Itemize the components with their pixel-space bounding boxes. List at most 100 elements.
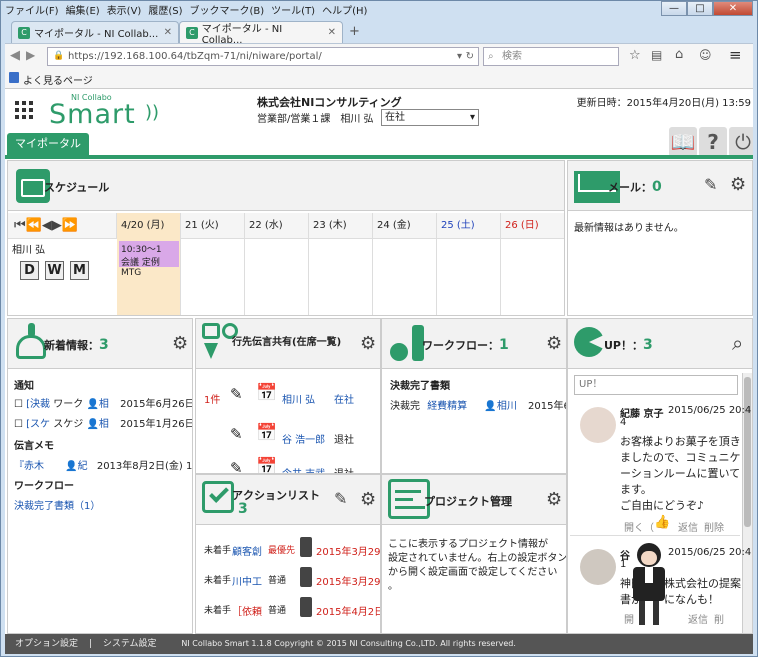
memo-who[interactable]: 紀 [78, 461, 88, 472]
news-item[interactable]: ☐ [スケ スケジ 👤相 2015年1月26日( [14, 415, 192, 430]
gear-icon[interactable]: ⚙ [730, 174, 746, 195]
power-icon[interactable]: ⏻ [729, 127, 753, 157]
clipboard-icon[interactable] [300, 567, 312, 587]
up-delete-link[interactable]: 削除 [704, 519, 724, 534]
day-cell[interactable] [245, 239, 309, 315]
menu-help[interactable]: ヘルプ(H) [322, 2, 367, 17]
up-post-text: ましたので、コミュニケ [620, 451, 741, 464]
hamburger-menu-icon[interactable]: ≡ [729, 46, 742, 64]
date-nav-buttons[interactable]: ⏮⏪◀▶⏩ [8, 213, 117, 239]
day-cell[interactable] [437, 239, 501, 315]
month-view-button[interactable]: M [70, 261, 89, 280]
search-icon[interactable]: ⌕ [732, 331, 743, 355]
back-icon[interactable]: ◀ [10, 48, 20, 63]
workflow-row-name[interactable]: 経費精算 [427, 401, 467, 412]
system-settings-link[interactable]: システム設定 [103, 639, 157, 649]
close-tab-icon[interactable]: ✕ [164, 27, 172, 38]
pencil-icon[interactable]: ✎ [230, 385, 243, 403]
url-bar[interactable]: 🔒 https://192.168.100.64/tbZqm-71/ni/niw… [47, 47, 479, 66]
reading-list-icon[interactable]: ▤ [651, 48, 662, 62]
menu-view[interactable]: 表示(V) [107, 2, 142, 17]
day-header: 24 (金) [373, 213, 437, 239]
chat-icon[interactable]: ☺ [699, 48, 712, 62]
assistant-character[interactable] [627, 543, 671, 627]
gear-icon[interactable]: ⚙ [360, 333, 376, 354]
gear-icon[interactable]: ⚙ [546, 489, 562, 510]
day-cell-today[interactable]: 10:30～1 会議 定例MTG [117, 239, 181, 315]
up-reply-link[interactable]: 返信 [688, 611, 708, 626]
news-item-tag[interactable]: [スケ [26, 419, 50, 430]
minimize-button[interactable]: — [661, 1, 687, 16]
dengon-name[interactable]: 谷 浩一郎 [282, 431, 325, 446]
checkbox-icon[interactable]: ☐ [14, 399, 23, 410]
search-input[interactable]: ⌕ 検索 [483, 47, 619, 66]
help-icon[interactable]: ? [699, 127, 727, 157]
up-input[interactable]: UP！ [574, 375, 738, 395]
memo-item[interactable]: 『赤木 👤紀 2013年8月2日(金) 1 [14, 457, 192, 472]
day-cell[interactable] [181, 239, 245, 315]
news-item[interactable]: ☐ [決裁 ワーク 👤相 2015年6月26日( [14, 395, 192, 410]
new-tab-icon[interactable]: + [349, 24, 360, 39]
day-view-button[interactable]: D [20, 261, 39, 280]
news-item-who[interactable]: 相 [99, 399, 109, 410]
clipboard-icon[interactable] [300, 537, 312, 557]
workflow-row-who[interactable]: 相川 [497, 401, 517, 412]
home-icon[interactable]: ⌂ [675, 47, 683, 62]
up-delete-link[interactable]: 削 [714, 611, 724, 626]
action-name[interactable]: ［依頼 [232, 603, 262, 618]
week-view-button[interactable]: W [45, 261, 64, 280]
menu-file[interactable]: ファイル(F) [5, 2, 59, 17]
news-item-who[interactable]: 相 [99, 419, 109, 430]
menu-history[interactable]: 履歴(S) [148, 2, 182, 17]
reload-icon[interactable]: ↻ [466, 48, 474, 65]
day-cell[interactable] [309, 239, 373, 315]
browser-tab-active[interactable]: C マイポータル - NI Collab... ✕ [179, 21, 343, 46]
menu-tools[interactable]: ツール(T) [271, 2, 315, 17]
close-button[interactable]: ✕ [713, 1, 753, 16]
bookmark-link[interactable]: よく見るページ [23, 76, 93, 87]
gear-icon[interactable]: ⚙ [546, 333, 562, 354]
up-reply-link[interactable]: 返信 [678, 519, 698, 534]
status-select[interactable]: 在社 ▾ [381, 109, 479, 126]
gear-icon[interactable]: ⚙ [360, 489, 376, 510]
signal-icon: )) [145, 102, 160, 123]
calendar-small-icon[interactable]: 📅 [256, 423, 277, 443]
pencil-icon[interactable]: ✎ [334, 489, 347, 508]
scrollbar-thumb[interactable] [744, 377, 751, 527]
action-name[interactable]: 川中工 [232, 573, 262, 588]
pencil-icon[interactable]: ✎ [230, 425, 243, 443]
close-tab-icon[interactable]: ✕ [328, 27, 336, 38]
maximize-button[interactable]: □ [687, 1, 713, 16]
up-open-link[interactable]: 開く（ [624, 519, 654, 534]
calendar-small-icon[interactable]: 📅 [256, 457, 277, 473]
browser-tab[interactable]: C マイポータル - NI Collab... ✕ [11, 21, 179, 43]
action-priority: 普通 [268, 576, 287, 586]
up-post-name[interactable]: 紀藤 京子 [620, 405, 663, 420]
menu-edit[interactable]: 編集(E) [66, 2, 100, 17]
checkbox-icon[interactable]: ☐ [14, 419, 23, 430]
app-grid-icon[interactable] [15, 101, 33, 119]
workflow-row[interactable]: 決裁完 経費精算 👤相川 2015年6 [390, 397, 566, 412]
like-icon[interactable]: 👍 [654, 515, 670, 530]
dengon-name[interactable]: 相川 弘 [282, 391, 315, 406]
pencil-icon[interactable]: ✎ [704, 175, 717, 194]
event-item[interactable]: 10:30～1 会議 定例MTG [119, 241, 179, 278]
forward-icon[interactable]: ▶ [26, 48, 35, 62]
gear-icon[interactable]: ⚙ [172, 333, 188, 354]
news-item-tag[interactable]: [決裁 [26, 399, 50, 410]
memo-tag[interactable]: 『赤木 [14, 461, 44, 472]
action-name[interactable]: 顧客創 [232, 543, 262, 558]
day-label: 24 (金) [377, 220, 411, 231]
workflow-link[interactable]: 決裁完了書類（1） [14, 497, 100, 512]
star-icon[interactable]: ☆ [629, 48, 641, 63]
menu-bookmarks[interactable]: ブックマーク(B) [190, 2, 265, 17]
clipboard-icon[interactable] [300, 597, 312, 617]
pencil-icon[interactable]: ✎ [230, 459, 243, 473]
day-cell[interactable] [373, 239, 437, 315]
dengon-name[interactable]: 今井 吉武 [282, 465, 325, 473]
option-settings-link[interactable]: オプション設定 [15, 639, 78, 649]
manual-book-icon[interactable]: 📖 [669, 127, 697, 157]
calendar-small-icon[interactable]: 📅 [256, 383, 277, 403]
tab-my-portal[interactable]: マイポータル [7, 133, 89, 155]
dropdown-icon[interactable]: ▾ [457, 48, 462, 65]
